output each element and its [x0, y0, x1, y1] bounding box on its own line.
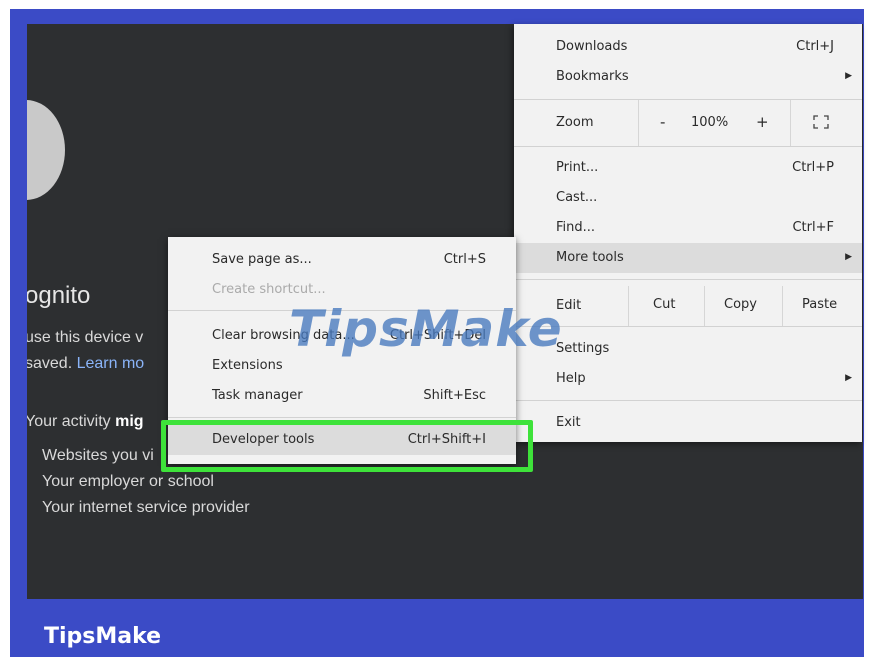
divider: [514, 146, 862, 147]
edit-row: Edit Cut Copy Paste: [514, 286, 862, 326]
zoom-in-button[interactable]: +: [756, 113, 769, 131]
save-page-label: Save page as...: [212, 252, 312, 267]
activity-bold: mig: [115, 413, 144, 430]
incognito-icon: [27, 100, 65, 200]
save-page-shortcut: Ctrl+S: [443, 252, 486, 267]
divider: [790, 100, 791, 146]
submenu-item-task-manager[interactable]: Task manager Shift+Esc: [168, 381, 516, 411]
menu-item-cast[interactable]: Cast...: [514, 183, 862, 213]
submenu-arrow-icon: ▶: [845, 373, 852, 383]
zoom-out-button[interactable]: -: [660, 113, 665, 131]
menu-item-more-tools[interactable]: More tools ▶: [514, 243, 862, 273]
task-manager-label: Task manager: [212, 388, 303, 403]
settings-label: Settings: [556, 341, 610, 356]
submenu-arrow-icon: ▶: [845, 71, 852, 81]
downloads-label: Downloads: [556, 39, 628, 54]
menu-item-settings[interactable]: Settings: [514, 334, 862, 364]
chrome-main-menu: Downloads Ctrl+J Bookmarks ▶ Zoom - 100%…: [514, 24, 862, 442]
learn-more-link[interactable]: Learn mo: [77, 355, 145, 372]
list-item: Your employer or school: [42, 473, 214, 490]
bookmarks-label: Bookmarks: [556, 69, 629, 84]
task-manager-shortcut: Shift+Esc: [423, 388, 486, 403]
list-item: Websites you vi: [42, 447, 154, 464]
incognito-description-line2: saved. Learn mo: [27, 355, 144, 373]
exit-label: Exit: [556, 415, 581, 430]
extensions-label: Extensions: [212, 358, 283, 373]
divider: [168, 417, 516, 418]
zoom-row: Zoom - 100% +: [514, 100, 862, 146]
watermark-logo: TipsMake: [289, 300, 563, 358]
paste-label: Paste: [802, 297, 838, 312]
brand-logo: TipsMake: [44, 624, 162, 649]
help-label: Help: [556, 371, 586, 386]
find-label: Find...: [556, 220, 596, 235]
print-shortcut: Ctrl+P: [792, 160, 834, 175]
fullscreen-icon[interactable]: [813, 115, 829, 129]
menu-item-downloads[interactable]: Downloads Ctrl+J: [514, 32, 862, 62]
copy-label: Copy: [724, 297, 757, 312]
downloads-shortcut: Ctrl+J: [796, 39, 834, 54]
menu-item-find[interactable]: Find... Ctrl+F: [514, 213, 862, 243]
print-label: Print...: [556, 160, 599, 175]
more-tools-label: More tools: [556, 250, 624, 265]
paste-button[interactable]: Paste: [782, 286, 863, 326]
copy-button[interactable]: Copy: [704, 286, 783, 326]
incognito-title: ognito: [27, 282, 91, 309]
highlight-box: [161, 420, 533, 472]
activity-heading: Your activity mig: [27, 413, 144, 431]
cut-label: Cut: [653, 297, 676, 312]
incognito-saved-text: saved.: [27, 355, 73, 372]
incognito-description-line1: use this device v: [27, 329, 144, 346]
divider: [514, 279, 862, 280]
submenu-arrow-icon: ▶: [845, 252, 852, 262]
list-item: Your internet service provider: [42, 499, 250, 516]
zoom-level: 100%: [691, 115, 729, 130]
menu-item-help[interactable]: Help ▶: [514, 364, 862, 394]
menu-item-bookmarks[interactable]: Bookmarks ▶: [514, 62, 862, 92]
activity-prefix: Your activity: [27, 413, 111, 430]
menu-item-print[interactable]: Print... Ctrl+P: [514, 153, 862, 183]
find-shortcut: Ctrl+F: [792, 220, 834, 235]
divider: [514, 400, 862, 401]
divider: [638, 100, 639, 146]
menu-item-exit[interactable]: Exit: [514, 408, 862, 438]
submenu-item-save-page[interactable]: Save page as... Ctrl+S: [168, 245, 516, 275]
cut-button[interactable]: Cut: [628, 286, 705, 326]
create-shortcut-label: Create shortcut...: [212, 282, 326, 297]
cast-label: Cast...: [556, 190, 598, 205]
divider: [514, 326, 862, 327]
zoom-label: Zoom: [556, 115, 594, 130]
